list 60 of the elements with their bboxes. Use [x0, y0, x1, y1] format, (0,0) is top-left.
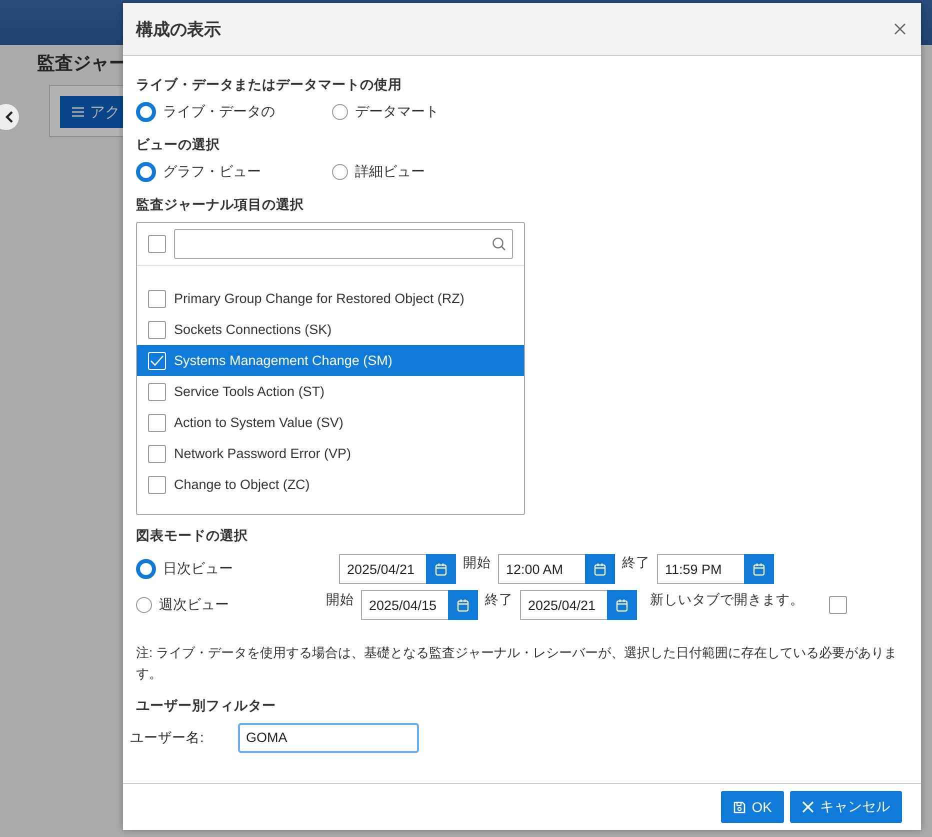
- calendar-icon: [457, 598, 469, 612]
- radio-button[interactable]: [332, 164, 348, 180]
- calendar-icon: [435, 562, 447, 576]
- calendar-icon: [594, 562, 606, 576]
- radio-label: ライブ・データの: [163, 103, 275, 121]
- calendar-button[interactable]: [607, 590, 637, 620]
- close-icon[interactable]: [894, 23, 906, 35]
- radio-button[interactable]: [136, 102, 156, 122]
- checkbox[interactable]: [148, 320, 166, 338]
- radio-button[interactable]: [136, 597, 152, 613]
- new-tab-checkbox[interactable]: [829, 596, 847, 614]
- search-field[interactable]: [174, 229, 513, 259]
- list-item[interactable]: Service Tools Action (ST): [137, 376, 524, 407]
- list-item[interactable]: Action to System Value (SV): [137, 407, 524, 438]
- field-label: 終了: [622, 554, 650, 572]
- list-item[interactable]: Sockets Connections (SK): [137, 314, 524, 345]
- radio-label: データマート: [355, 103, 439, 121]
- field-label: 終了: [485, 591, 513, 609]
- close-icon: [802, 801, 814, 813]
- radio-label: 日次ビュー: [163, 560, 233, 578]
- section-label: ビューの選択: [136, 136, 221, 154]
- list-item[interactable]: Change to Object (ZC): [137, 469, 524, 500]
- checkbox[interactable]: [148, 290, 166, 308]
- radio-label: 週次ビュー: [159, 596, 229, 614]
- calendar-button[interactable]: [744, 554, 774, 584]
- note-text: 注: ライブ・データを使用する場合は、基礎となる監査ジャーナル・レシーバーが、選択した日付範囲に存在している必要があります。: [136, 644, 898, 683]
- section-label: 図表モードの選択: [136, 527, 249, 545]
- radio-button[interactable]: [136, 162, 156, 182]
- calendar-button[interactable]: [426, 554, 456, 584]
- username-field[interactable]: GOMA: [238, 722, 419, 753]
- checkbox[interactable]: [148, 414, 166, 432]
- menu-icon: [72, 107, 84, 117]
- new-tab-label: 新しいタブで開きます。: [650, 591, 804, 609]
- checkbox[interactable]: [148, 476, 166, 494]
- search-icon: [492, 237, 506, 251]
- chevron-left-icon[interactable]: [0, 103, 20, 131]
- section-label: 監査ジャーナル項目の選択: [136, 196, 305, 214]
- calendar-icon: [753, 562, 765, 576]
- checkbox[interactable]: [148, 444, 166, 462]
- list-item[interactable]: Systems Management Change (SM): [137, 345, 524, 376]
- radio-button[interactable]: [332, 104, 348, 120]
- calendar-button[interactable]: [448, 590, 478, 620]
- field-label: ユーザー名:: [130, 728, 205, 747]
- section-label: ライブ・データまたはデータマートの使用: [136, 76, 403, 94]
- section-label: ユーザー別フィルター: [136, 696, 277, 715]
- radio-label: グラフ・ビュー: [163, 163, 261, 181]
- save-icon: [732, 800, 746, 814]
- list-item[interactable]: Network Password Error (VP): [137, 438, 524, 469]
- dialog-title: 構成の表示: [136, 18, 221, 40]
- field-label: 開始: [326, 591, 354, 609]
- ok-button[interactable]: OK: [720, 791, 784, 823]
- radio-button[interactable]: [136, 559, 156, 579]
- list-item[interactable]: Primary Group Change for Restored Object (RZ): [137, 283, 524, 314]
- checkbox[interactable]: [148, 382, 166, 400]
- calendar-button[interactable]: [585, 554, 615, 584]
- calendar-icon: [616, 598, 628, 612]
- select-all-checkbox[interactable]: [148, 235, 166, 253]
- radio-label: 詳細ビュー: [355, 163, 425, 181]
- field-label: 開始: [463, 554, 491, 572]
- cancel-button[interactable]: キャンセル: [790, 791, 902, 823]
